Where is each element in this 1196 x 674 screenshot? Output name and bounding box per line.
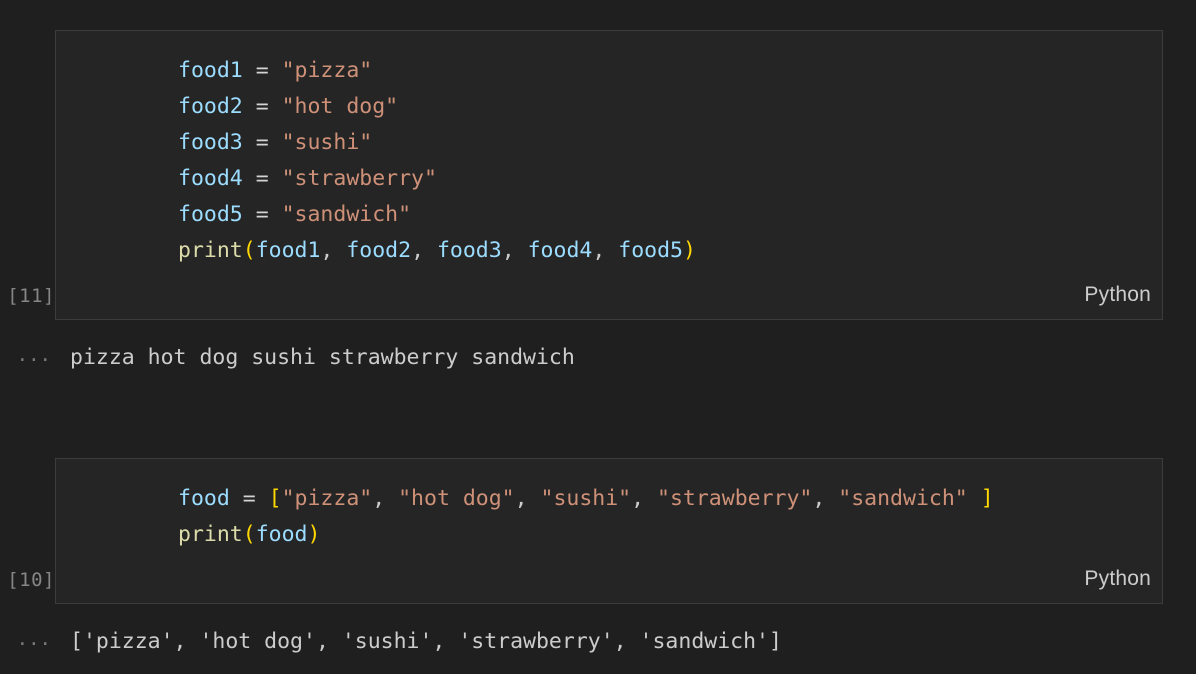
code-editor[interactable]: food = ["pizza", "hot dog", "sushi", "st… [55,458,1163,604]
code-token: food1 [178,58,243,83]
code-token: food3 [178,130,243,155]
code-token: "hot dog" [398,486,515,511]
code-token: "strawberry" [281,166,437,191]
code-token: = [255,166,269,191]
code-token: [ [268,486,282,511]
code-token: ( [242,238,256,263]
code-editor[interactable]: food1 = "pizza" food2 = "hot dog" food3 = … [55,30,1163,320]
cell-language-bar: Python [56,559,1162,595]
execution-count-label: [11] [7,285,55,307]
code-token: food5 [618,238,683,263]
code-token: ] [980,486,994,511]
code-token: = [242,486,256,511]
code-line: food2 = "hot dog" [56,89,1162,125]
code-token: food1 [255,238,321,263]
code-token: ( [242,522,256,547]
code-token: "hot dog" [281,94,399,119]
code-lines-1: food1 = "pizza" food2 = "hot dog" food3 = … [56,31,1162,275]
code-token: food5 [178,202,243,227]
code-lines-2: food = ["pizza", "hot dog", "sushi", "st… [56,459,1162,559]
code-token: , [514,486,528,511]
execution-count-label: [10] [7,569,55,591]
code-line: food1 = "pizza" [56,53,1162,89]
code-token: ) [682,238,696,263]
cell-output-text: pizza hot dog sushi strawberry sandwich [70,345,575,370]
code-token: , [631,486,645,511]
code-token: food4 [527,238,593,263]
code-token: ) [307,522,321,547]
code-token: food [178,486,230,511]
code-token: print [178,238,243,263]
code-line: print(food1, food2, food3, food4, food5) [56,233,1162,269]
cell-language-bar: Python [56,275,1162,311]
output-prompt-dots: ··· [16,349,51,371]
code-line: food5 = "sandwich" [56,197,1162,233]
output-prompt-dots: ··· [16,633,51,655]
cell-output-text: ['pizza', 'hot dog', 'sushi', 'strawberr… [70,629,782,654]
code-line: food4 = "strawberry" [56,161,1162,197]
code-token: , [592,238,606,263]
code-token: "strawberry" [657,486,813,511]
code-token: food4 [178,166,243,191]
code-token: , [372,486,386,511]
code-token: , [812,486,826,511]
code-token: food3 [436,238,502,263]
notebook-editor: food1 = "pizza" food2 = "hot dog" food3 = … [0,0,1196,674]
code-token: "sushi" [281,130,373,155]
code-token: = [255,202,269,227]
code-token: , [320,238,334,263]
code-token: = [255,130,269,155]
code-token: "pizza" [281,486,373,511]
code-token: , [501,238,515,263]
code-token: "sushi" [540,486,632,511]
code-line: print(food) [56,517,1162,553]
code-token: print [178,522,243,547]
code-token: food [255,522,308,547]
code-token: = [255,58,269,83]
code-token: = [255,94,269,119]
code-token: , [411,238,425,263]
code-token: "pizza" [281,58,373,83]
code-line: food = ["pizza", "hot dog", "sushi", "st… [56,481,1162,517]
code-token: "sandwich" [838,486,968,511]
language-label[interactable]: Python [1084,283,1151,307]
code-line: food3 = "sushi" [56,125,1162,161]
code-token: food2 [178,94,243,119]
code-token: "sandwich" [281,202,412,227]
code-token: food2 [346,238,412,263]
language-label[interactable]: Python [1084,567,1151,591]
